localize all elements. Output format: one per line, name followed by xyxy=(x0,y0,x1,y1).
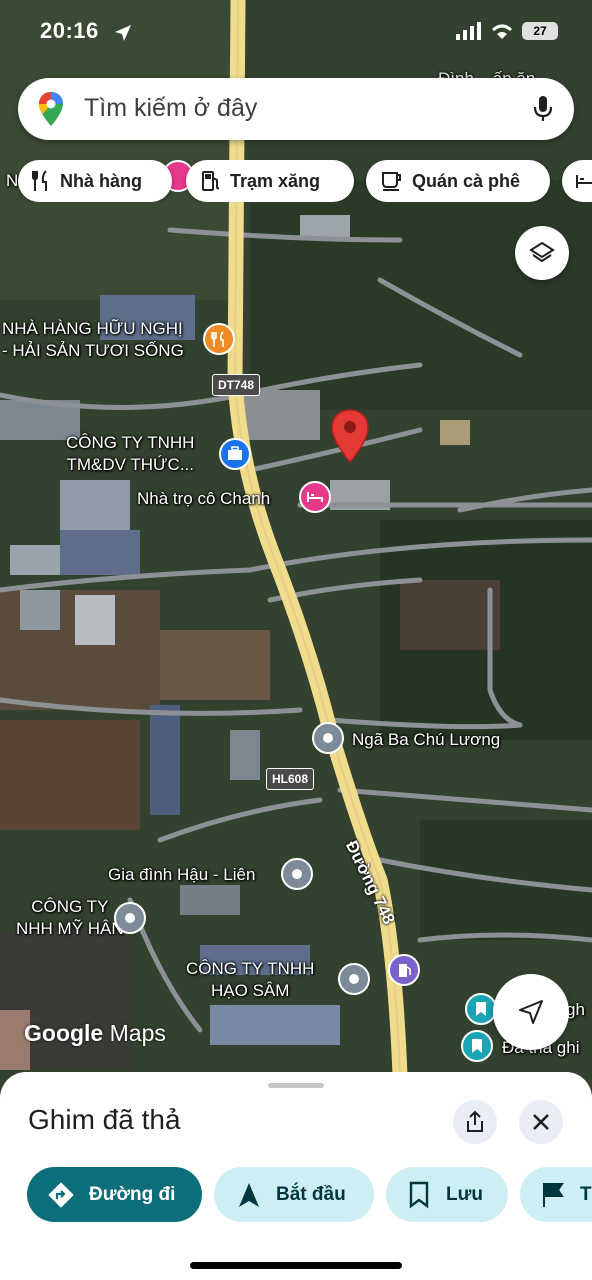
company1-poi-icon[interactable] xyxy=(219,438,251,470)
dropped-pin-icon[interactable] xyxy=(330,408,370,464)
save-button[interactable]: Lưu xyxy=(386,1167,508,1222)
sheet-title: Ghim đã thả xyxy=(28,1104,181,1135)
chip-coffee-label: Quán cà phê xyxy=(412,170,521,191)
share-icon xyxy=(467,1110,483,1132)
flag-icon xyxy=(543,1182,564,1207)
gas-pump-icon xyxy=(399,964,411,977)
search-input[interactable]: Tìm kiếm ở đây xyxy=(84,94,257,123)
chip-restaurants-label: Nhà hàng xyxy=(60,170,143,191)
navigation-arrow-icon xyxy=(239,1182,259,1207)
status-bar: 20:16 27 xyxy=(0,0,592,64)
company2-label-line2: NHH MỸ HÂN xyxy=(16,919,124,938)
directions-button[interactable]: Đường đi xyxy=(27,1167,202,1222)
motel-poi-icon[interactable] xyxy=(299,481,331,513)
home-indicator[interactable] xyxy=(190,1262,402,1269)
road-shield-dt748: DT748 xyxy=(212,374,260,396)
company1-label-line2: TM&DV THỨC... xyxy=(66,455,194,474)
company1-label-line1: CÔNG TY TNHH xyxy=(66,433,195,452)
close-icon xyxy=(533,1114,549,1130)
junction-label[interactable]: Ngã Ba Chú Lương xyxy=(352,729,500,751)
bed-icon xyxy=(307,492,323,502)
gas-station-poi-icon[interactable] xyxy=(388,954,420,986)
company2-poi-icon[interactable] xyxy=(114,902,146,934)
category-chips: Nhà hàng Trạm xăng Quán cà phê xyxy=(18,160,592,202)
restaurant-label-line1: NHÀ HÀNG HỮU NGHỊ xyxy=(2,319,183,338)
map-label-top-left[interactable]: N xyxy=(6,170,18,192)
close-button[interactable] xyxy=(519,1100,563,1144)
maps-wordmark: Maps xyxy=(109,1020,166,1046)
my-location-button[interactable] xyxy=(493,974,569,1050)
google-maps-logo: Google Maps xyxy=(24,1020,166,1047)
company1-label[interactable]: CÔNG TY TNHH TM&DV THỨC... xyxy=(66,432,194,476)
microphone-icon[interactable] xyxy=(532,95,554,123)
restaurant-label-line2: - HẢI SẢN TƯƠI SỐNG xyxy=(2,341,184,360)
company2-label-line1: CÔNG TY xyxy=(31,897,109,916)
save-label: Lưu xyxy=(446,1183,483,1205)
company3-label-line2: HẠO SÂM xyxy=(211,981,290,1000)
chip-gas-stations-label: Trạm xăng xyxy=(230,170,321,191)
label-button-label: T xyxy=(580,1183,592,1205)
wifi-icon xyxy=(492,24,512,39)
coffee-cup-icon xyxy=(382,172,401,191)
family-label[interactable]: Gia đình Hậu - Liên xyxy=(108,864,255,886)
battery-icon: 27 xyxy=(522,22,558,40)
bed-icon xyxy=(576,175,592,188)
company3-label[interactable]: CÔNG TY TNHH HẠO SÂM xyxy=(186,958,314,1002)
navigation-arrow-outline-icon xyxy=(519,1000,543,1024)
directions-label: Đường đi xyxy=(89,1183,176,1205)
fork-knife-icon xyxy=(32,170,47,191)
search-bar[interactable]: Tìm kiếm ở đây xyxy=(18,78,574,140)
google-maps-pin-icon xyxy=(39,92,63,126)
restaurant-poi-icon[interactable] xyxy=(203,323,235,355)
family-poi-icon[interactable] xyxy=(281,858,313,890)
status-icons: 27 xyxy=(456,22,558,40)
cellular-signal-icon xyxy=(456,22,481,40)
chip-coffee[interactable]: Quán cà phê xyxy=(366,160,550,202)
bookmark-icon xyxy=(472,1039,482,1053)
directions-icon xyxy=(48,1181,74,1208)
label-button[interactable]: T xyxy=(520,1167,592,1222)
restaurant-label[interactable]: NHÀ HÀNG HỮU NGHỊ - HẢI SẢN TƯƠI SỐNG xyxy=(2,318,184,362)
sheet-grabber[interactable] xyxy=(268,1083,324,1088)
layers-icon xyxy=(529,241,555,263)
briefcase-icon xyxy=(228,446,242,460)
chip-restaurants[interactable]: Nhà hàng xyxy=(18,160,172,202)
bookmark-icon xyxy=(476,1002,486,1016)
company2-label[interactable]: CÔNG TY NHH MỸ HÂN xyxy=(16,896,124,940)
map-pin-dot-icon xyxy=(292,869,302,879)
chip-gas-stations[interactable]: Trạm xăng xyxy=(186,160,354,202)
company3-label-line1: CÔNG TY TNHH xyxy=(186,959,315,978)
start-button[interactable]: Bắt đầu xyxy=(214,1167,374,1222)
road-shield-hl608: HL608 xyxy=(266,768,314,790)
bookmark-icon xyxy=(409,1181,429,1208)
start-label: Bắt đầu xyxy=(276,1183,346,1205)
saved-place-2-icon[interactable] xyxy=(461,1030,493,1062)
share-button[interactable] xyxy=(453,1100,497,1144)
location-arrow-icon xyxy=(115,25,131,41)
battery-level: 27 xyxy=(533,24,547,38)
junction-poi-icon[interactable] xyxy=(312,722,344,754)
motel-label[interactable]: Nhà trọ cô Chanh xyxy=(137,488,270,510)
map-pin-dot-icon xyxy=(125,913,135,923)
place-sheet[interactable]: Ghim đã thả Đường đi Bắt đầu Lưu T xyxy=(0,1072,592,1280)
fork-knife-icon xyxy=(211,331,224,347)
gas-pump-icon xyxy=(202,171,220,191)
chip-hotels[interactable] xyxy=(562,160,592,202)
company3-poi-icon[interactable] xyxy=(338,963,370,995)
layers-button[interactable] xyxy=(515,226,569,280)
status-time: 20:16 xyxy=(40,18,99,43)
google-wordmark: Google xyxy=(24,1020,104,1046)
map-pin-dot-icon xyxy=(349,974,359,984)
map-pin-dot-icon xyxy=(323,733,333,743)
